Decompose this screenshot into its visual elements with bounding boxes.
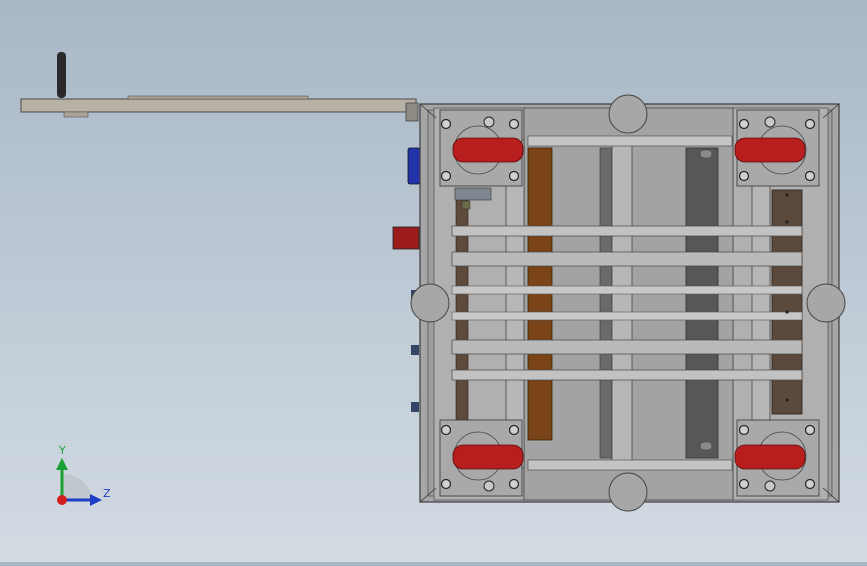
caster-top-left [439, 109, 524, 187]
wheel-red [452, 137, 524, 163]
bumper-right [806, 283, 846, 323]
bumper-bottom [608, 472, 648, 512]
cad-viewport[interactable]: Y Z [0, 0, 867, 562]
wheel-red [452, 444, 524, 470]
handle-grip [57, 52, 66, 98]
caster-bottom-left [439, 419, 524, 497]
blue-bracket [407, 147, 421, 185]
handle-assembly [20, 52, 419, 122]
bumper-left [410, 283, 450, 323]
axis-label-z: Z [103, 487, 111, 500]
wood-plank-right [771, 189, 803, 415]
red-bracket [392, 226, 420, 250]
bumper-top [608, 94, 648, 134]
wheel-red [734, 444, 806, 470]
wheel-red [734, 137, 806, 163]
handle-bar [20, 98, 417, 113]
x-axis-dot [57, 495, 67, 505]
side-components [392, 147, 421, 412]
orientation-triad: Y Z [56, 444, 111, 506]
axis-label-y: Y [58, 444, 66, 457]
caster-bottom-right [734, 419, 820, 497]
caster-top-right [734, 109, 820, 187]
